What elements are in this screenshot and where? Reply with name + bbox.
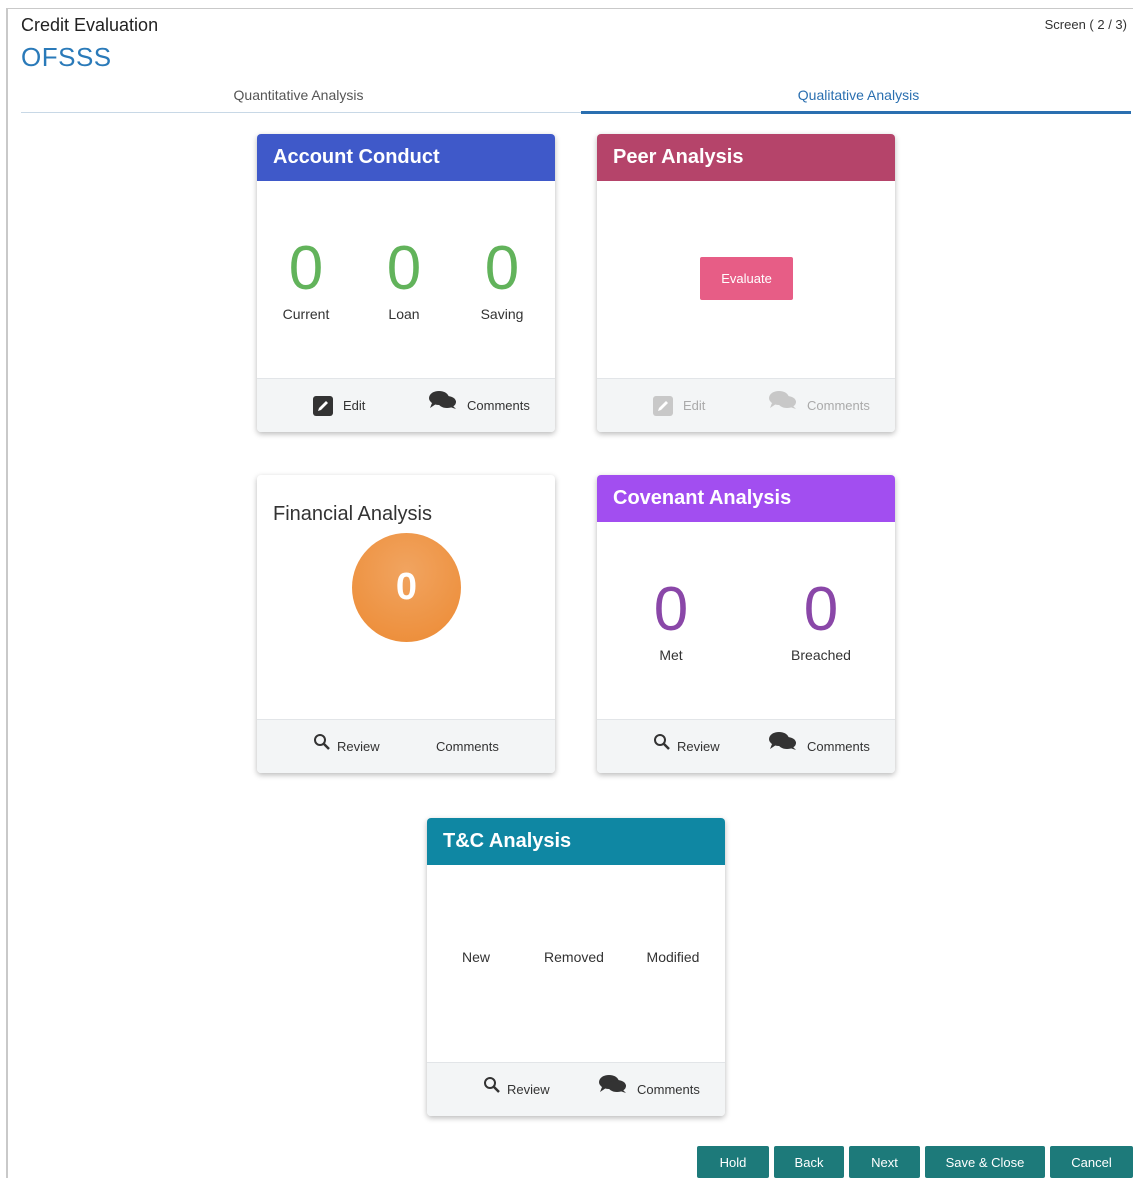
tc-modified-label: Modified xyxy=(646,949,700,965)
account-conduct-comments-button[interactable]: Comments xyxy=(429,379,530,432)
tc-analysis-review-button[interactable]: Review xyxy=(483,1063,550,1116)
peer-analysis-comments-button[interactable]: Comments xyxy=(769,379,870,432)
tc-analysis-header: T&C Analysis xyxy=(427,818,725,865)
tc-new-label: New xyxy=(461,949,490,965)
analysis-tabs: Quantitative Analysis Qualitative Analys… xyxy=(21,80,1133,114)
comments-label: Comments xyxy=(467,398,530,413)
cancel-button[interactable]: Cancel xyxy=(1050,1146,1133,1178)
current-label: Current xyxy=(282,306,330,322)
tc-analysis-body: New Removed Modified xyxy=(427,865,725,1063)
saving-stat: 0 Saving xyxy=(452,234,552,323)
review-label: Review xyxy=(507,1082,550,1097)
current-stat: 0 Current xyxy=(257,234,356,323)
comments-label: Comments xyxy=(637,1082,700,1097)
comments-label: Comments xyxy=(807,398,870,413)
review-label: Review xyxy=(337,739,380,754)
action-bar: Hold Back Next Save & Close Cancel xyxy=(697,1146,1133,1178)
financial-analysis-title: Financial Analysis xyxy=(273,503,432,525)
breached-label: Breached xyxy=(791,647,851,663)
comments-icon xyxy=(769,379,797,432)
comments-label: Comments xyxy=(436,739,499,754)
account-conduct-card: Account Conduct 0 Current 0 Loan 0 Savin… xyxy=(257,134,555,432)
next-button[interactable]: Next xyxy=(849,1146,920,1178)
edit-label: Edit xyxy=(683,398,706,413)
account-conduct-footer: Edit Comments xyxy=(257,378,555,432)
search-icon xyxy=(483,1063,501,1116)
current-count: 0 xyxy=(288,234,324,303)
back-button[interactable]: Back xyxy=(774,1146,844,1178)
covenant-analysis-footer: Review Comments xyxy=(597,719,895,773)
save-close-button[interactable]: Save & Close xyxy=(925,1146,1045,1178)
comments-icon xyxy=(769,720,797,773)
comments-label: Comments xyxy=(807,739,870,754)
pencil-icon xyxy=(653,395,673,416)
met-stat: 0 Met xyxy=(621,575,721,664)
evaluate-button[interactable]: Evaluate xyxy=(700,257,793,300)
peer-analysis-card: Peer Analysis Evaluate Edit Comments xyxy=(597,134,895,432)
account-conduct-edit-button[interactable]: Edit xyxy=(313,379,365,432)
loan-count: 0 xyxy=(386,234,422,303)
covenant-analysis-comments-button[interactable]: Comments xyxy=(769,720,870,773)
breached-stat: 0 Breached xyxy=(771,575,871,664)
hold-button[interactable]: Hold xyxy=(697,1146,769,1178)
financial-analysis-review-button[interactable]: Review xyxy=(313,720,380,773)
peer-analysis-body: Evaluate xyxy=(597,181,895,379)
tc-analysis-card: T&C Analysis New Removed Modified Review… xyxy=(427,818,725,1116)
page-title: Credit Evaluation xyxy=(21,15,159,35)
met-count: 0 xyxy=(653,575,689,644)
breached-count: 0 xyxy=(803,575,839,644)
frame-top-border xyxy=(6,8,1133,9)
loan-label: Loan xyxy=(388,306,420,322)
saving-label: Saving xyxy=(480,306,524,322)
tab-quantitative-analysis[interactable]: Quantitative Analysis xyxy=(21,80,576,112)
financial-analysis-footer: Review Comments xyxy=(257,719,555,773)
covenant-analysis-header: Covenant Analysis xyxy=(597,475,895,522)
pencil-icon xyxy=(313,395,333,416)
screen-indicator: Screen ( 2 / 3) xyxy=(1044,17,1127,32)
covenant-analysis-review-button[interactable]: Review xyxy=(653,720,720,773)
tab-qualitative-analysis[interactable]: Qualitative Analysis xyxy=(581,80,1133,114)
loan-stat: 0 Loan xyxy=(354,234,454,323)
financial-analysis-card: Financial Analysis 0 Review Comments xyxy=(257,475,555,773)
covenant-analysis-card: Covenant Analysis 0 Met 0 Breached Revie… xyxy=(597,475,895,773)
comments-icon xyxy=(429,379,457,432)
tc-analysis-comments-button[interactable]: Comments xyxy=(599,1063,700,1116)
tc-removed-label: Removed xyxy=(544,949,604,965)
edit-label: Edit xyxy=(343,398,366,413)
financial-analysis-body: Financial Analysis 0 xyxy=(257,475,555,720)
search-icon xyxy=(313,720,331,773)
peer-analysis-header: Peer Analysis xyxy=(597,134,895,181)
met-label: Met xyxy=(659,647,683,663)
active-tab-indicator xyxy=(581,111,1131,114)
peer-analysis-edit-button[interactable]: Edit xyxy=(653,379,705,432)
search-icon xyxy=(653,720,671,773)
financial-analysis-count: 0 xyxy=(352,533,461,642)
peer-analysis-footer: Edit Comments xyxy=(597,378,895,432)
financial-analysis-comments-button[interactable]: Comments xyxy=(436,720,499,773)
account-conduct-header: Account Conduct xyxy=(257,134,555,181)
frame-left-border xyxy=(6,8,8,1178)
saving-count: 0 xyxy=(484,234,520,303)
tab-qualitative-analysis-label: Qualitative Analysis xyxy=(797,87,920,103)
review-label: Review xyxy=(677,739,720,754)
covenant-analysis-body: 0 Met 0 Breached xyxy=(597,522,895,720)
tc-analysis-footer: Review Comments xyxy=(427,1062,725,1116)
account-conduct-body: 0 Current 0 Loan 0 Saving xyxy=(257,181,555,379)
application-name: OFSSS xyxy=(21,42,112,72)
comments-icon xyxy=(599,1063,627,1116)
